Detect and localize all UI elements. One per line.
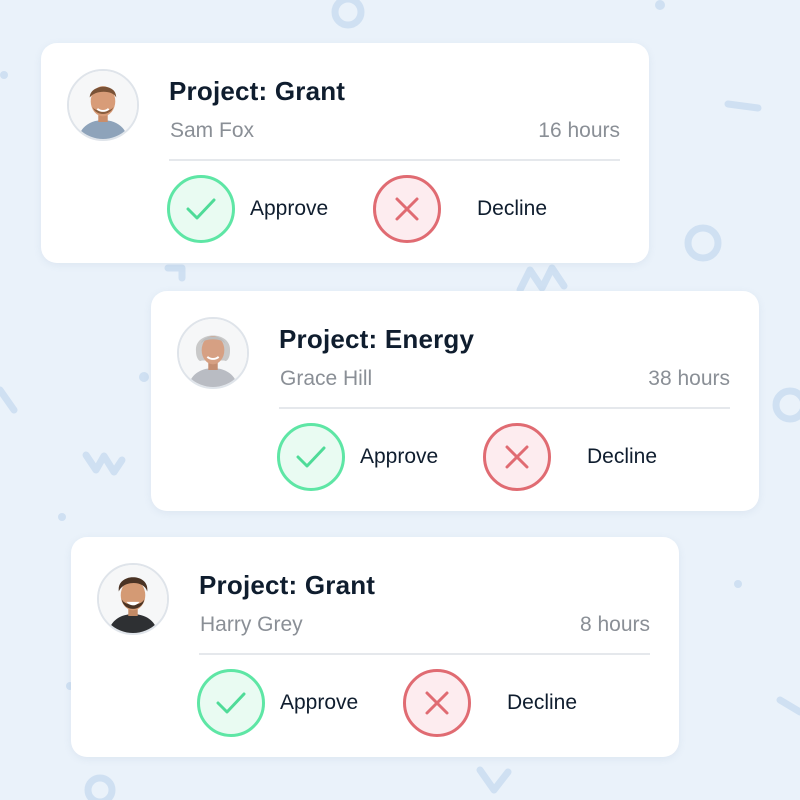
decline-circle[interactable] xyxy=(403,669,471,737)
approve-button[interactable]: Approve xyxy=(167,175,328,243)
close-icon xyxy=(505,445,529,469)
project-title: Project: Grant xyxy=(169,76,346,106)
person-name: Harry Grey xyxy=(200,613,303,636)
approve-circle[interactable] xyxy=(197,669,265,737)
project-title: Project: Grant xyxy=(199,570,376,600)
decline-button[interactable]: Decline xyxy=(483,423,657,491)
close-icon xyxy=(425,691,449,715)
man-avatar-icon xyxy=(69,71,137,139)
decline-circle[interactable] xyxy=(483,423,551,491)
checkmark-icon xyxy=(216,692,246,714)
approval-card: Project: Grant Sam Fox 16 hours Approve … xyxy=(41,43,649,263)
approve-button[interactable]: Approve xyxy=(277,423,438,491)
divider xyxy=(199,653,650,655)
approve-label[interactable]: Approve xyxy=(360,445,438,469)
hours-value: 16 hours xyxy=(538,119,620,142)
close-icon xyxy=(395,197,419,221)
hours-value: 8 hours xyxy=(579,613,650,636)
hours-value: 38 hours xyxy=(648,367,730,390)
approve-label[interactable]: Approve xyxy=(280,691,358,715)
project-title: Project: Energy xyxy=(279,324,475,354)
decline-button[interactable]: Decline xyxy=(403,669,577,737)
approve-label[interactable]: Approve xyxy=(250,197,328,221)
checkmark-icon xyxy=(296,446,326,468)
approve-circle[interactable] xyxy=(167,175,235,243)
approve-button[interactable]: Approve xyxy=(197,669,358,737)
checkmark-icon xyxy=(186,198,216,220)
approve-circle[interactable] xyxy=(277,423,345,491)
decline-button[interactable]: Decline xyxy=(373,175,547,243)
person-name: Grace Hill xyxy=(280,367,373,390)
avatar xyxy=(97,563,169,635)
person-name: Sam Fox xyxy=(170,119,255,142)
divider xyxy=(169,159,620,161)
avatar xyxy=(67,69,139,141)
approval-card: Project: Energy Grace Hill 38 hours Appr… xyxy=(151,291,759,511)
avatar xyxy=(177,317,249,389)
woman-avatar-icon xyxy=(179,319,247,387)
man-avatar-icon xyxy=(99,565,167,633)
divider xyxy=(279,407,730,409)
decline-label[interactable]: Decline xyxy=(507,691,577,715)
decline-label[interactable]: Decline xyxy=(587,445,657,469)
approval-card: Project: Grant Harry Grey 8 hours Approv… xyxy=(71,537,679,757)
decline-circle[interactable] xyxy=(373,175,441,243)
decline-label[interactable]: Decline xyxy=(477,197,547,221)
